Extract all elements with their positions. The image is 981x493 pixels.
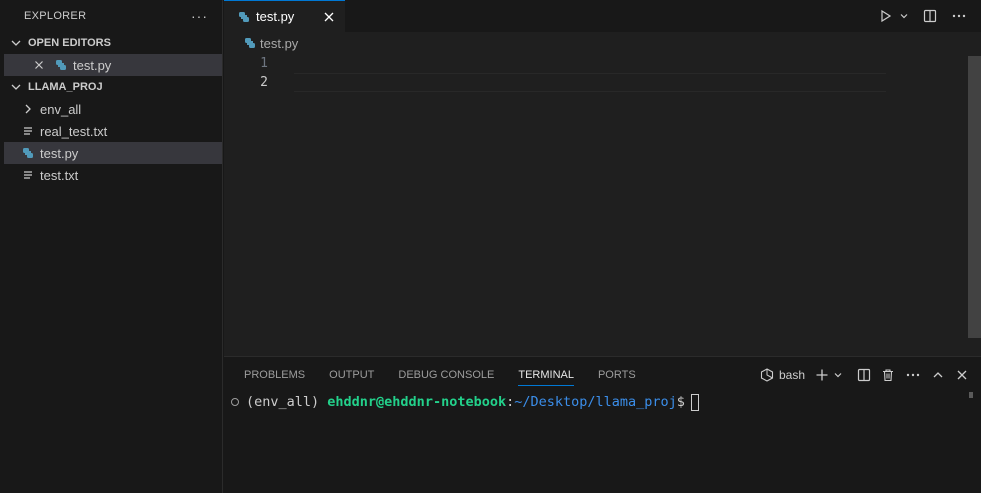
line-number: 1 bbox=[260, 56, 268, 71]
maximize-panel-icon[interactable] bbox=[931, 366, 945, 384]
tree-item-test-txt[interactable]: test.txt bbox=[4, 164, 222, 186]
chevron-right-icon bbox=[20, 101, 36, 117]
tab-problems[interactable]: PROBLEMS bbox=[244, 357, 305, 392]
terminal-path: ~/Desktop/llama_proj bbox=[514, 394, 677, 410]
terminal[interactable]: (env_all) ehddnr@ehddnr-notebook : ~/Des… bbox=[224, 392, 967, 492]
tree-item-env-all[interactable]: env_all bbox=[4, 98, 222, 120]
tree-item-label: real_test.txt bbox=[40, 123, 108, 139]
more-actions-icon[interactable] bbox=[905, 366, 921, 384]
terminal-cursor bbox=[690, 393, 699, 411]
terminal-colon: : bbox=[506, 394, 515, 410]
text-file-icon bbox=[20, 123, 36, 139]
project-header[interactable]: LLAMA_PROJ bbox=[4, 76, 222, 98]
tab-test-py[interactable]: test.py bbox=[224, 0, 345, 32]
bottom-panel: PROBLEMS OUTPUT DEBUG CONSOLE TERMINAL P… bbox=[224, 356, 981, 493]
scrollbar-marker bbox=[969, 392, 973, 398]
python-file-icon bbox=[53, 57, 69, 73]
editor-tab-bar: test.py bbox=[224, 0, 981, 32]
explorer-sidebar: EXPLORER ··· OPEN EDITORS test.py LLAMA_… bbox=[4, 0, 223, 493]
split-terminal-icon[interactable] bbox=[857, 366, 871, 384]
code-editor[interactable]: 1 2 bbox=[224, 54, 966, 92]
open-editor-item[interactable]: test.py bbox=[4, 54, 222, 76]
python-file-icon bbox=[20, 145, 36, 161]
terminal-shell-selector[interactable]: bash bbox=[760, 366, 805, 384]
tree-item-real-test-txt[interactable]: real_test.txt bbox=[4, 120, 222, 142]
trash-icon[interactable] bbox=[881, 366, 895, 384]
open-editors-header[interactable]: OPEN EDITORS bbox=[4, 32, 222, 54]
tree-item-test-py[interactable]: test.py bbox=[4, 142, 222, 164]
explorer-title: EXPLORER bbox=[24, 10, 87, 22]
code-line[interactable]: 1 bbox=[224, 54, 966, 73]
command-decoration-icon[interactable] bbox=[231, 398, 239, 406]
chevron-down-icon bbox=[8, 35, 24, 51]
python-file-icon bbox=[244, 37, 256, 49]
close-icon[interactable] bbox=[31, 57, 47, 73]
editor-scrollbar[interactable] bbox=[967, 54, 981, 356]
chevron-down-icon bbox=[8, 79, 24, 95]
open-editor-label: test.py bbox=[73, 57, 112, 73]
terminal-prompt-line: (env_all) ehddnr@ehddnr-notebook : ~/Des… bbox=[231, 392, 699, 412]
editor-group: test.py test.py 1 2 bbox=[224, 0, 981, 356]
python-file-icon bbox=[238, 11, 250, 23]
close-panel-icon[interactable] bbox=[955, 366, 969, 384]
tree-item-label: env_all bbox=[40, 101, 82, 117]
tree-item-label: test.txt bbox=[40, 167, 79, 183]
terminal-icon bbox=[760, 368, 774, 382]
more-actions-icon[interactable]: ··· bbox=[191, 8, 208, 24]
explorer-header: EXPLORER ··· bbox=[4, 0, 222, 32]
new-terminal-icon[interactable] bbox=[815, 366, 829, 384]
editor-actions bbox=[879, 7, 967, 25]
shell-label: bash bbox=[778, 368, 805, 382]
project-label: LLAMA_PROJ bbox=[28, 81, 103, 93]
scrollbar-thumb[interactable] bbox=[968, 56, 981, 338]
terminal-env: (env_all) bbox=[246, 394, 328, 410]
tab-output[interactable]: OUTPUT bbox=[329, 357, 374, 392]
terminal-scrollbar[interactable] bbox=[967, 392, 981, 493]
chevron-down-icon[interactable] bbox=[833, 366, 843, 384]
panel-actions: bash bbox=[760, 366, 969, 384]
breadcrumb[interactable]: test.py bbox=[224, 32, 981, 54]
tab-label: test.py bbox=[256, 9, 295, 24]
more-actions-icon[interactable] bbox=[951, 7, 967, 25]
run-icon[interactable] bbox=[879, 7, 893, 25]
terminal-user-host: ehddnr@ehddnr-notebook bbox=[327, 394, 507, 410]
text-file-icon bbox=[20, 167, 36, 183]
terminal-prompt-symbol: $ bbox=[676, 394, 685, 410]
panel-tab-bar: PROBLEMS OUTPUT DEBUG CONSOLE TERMINAL P… bbox=[224, 357, 981, 392]
tab-terminal[interactable]: TERMINAL bbox=[518, 357, 574, 392]
line-number: 2 bbox=[260, 75, 268, 90]
breadcrumb-label: test.py bbox=[260, 35, 299, 51]
tab-debug-console[interactable]: DEBUG CONSOLE bbox=[398, 357, 494, 392]
chevron-down-icon[interactable] bbox=[899, 7, 909, 25]
open-editors-label: OPEN EDITORS bbox=[28, 37, 111, 49]
code-line-current[interactable]: 2 bbox=[224, 73, 966, 92]
split-editor-icon[interactable] bbox=[923, 7, 937, 25]
current-line-highlight bbox=[294, 73, 886, 92]
tab-ports[interactable]: PORTS bbox=[598, 357, 636, 392]
tree-item-label: test.py bbox=[40, 145, 79, 161]
close-icon[interactable] bbox=[321, 9, 337, 25]
